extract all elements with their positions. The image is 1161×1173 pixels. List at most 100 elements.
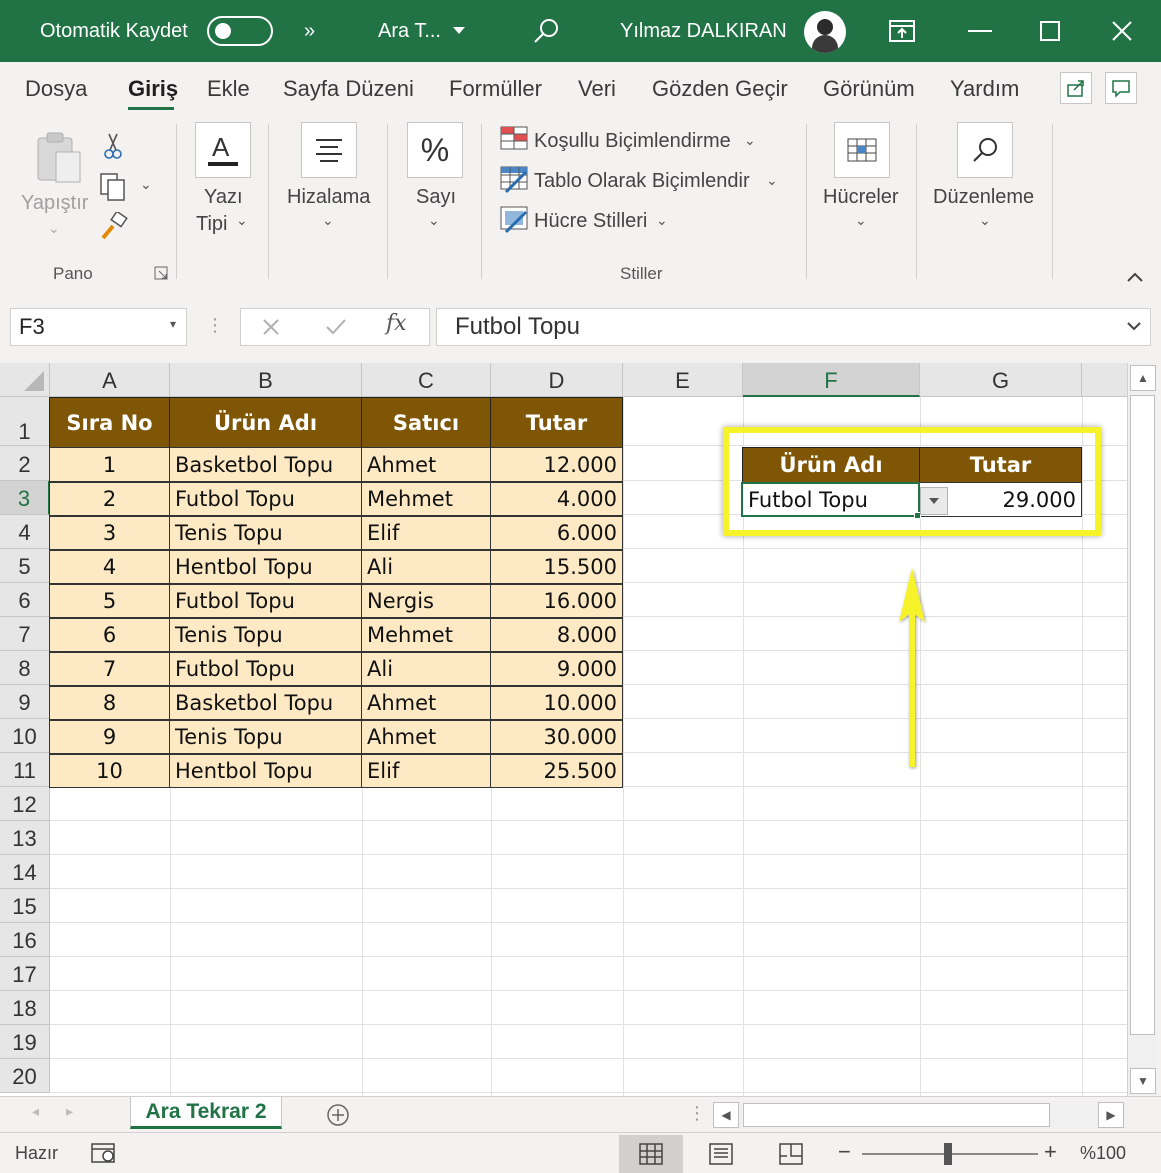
table-cell[interactable]: Tenis Topu xyxy=(169,618,362,652)
row-header[interactable]: 12 xyxy=(0,787,50,821)
table-header-cell[interactable]: Satıcı xyxy=(361,397,491,448)
column-header-h[interactable] xyxy=(1082,363,1127,397)
font-label-line1[interactable]: Yazı xyxy=(204,186,243,209)
row-header[interactable]: 17 xyxy=(0,957,50,991)
table-cell[interactable]: 8.000 xyxy=(490,618,623,652)
share-icon[interactable] xyxy=(1060,72,1092,104)
alignment-icon[interactable] xyxy=(301,122,357,178)
enter-icon[interactable] xyxy=(325,317,347,342)
format-painter-icon[interactable] xyxy=(99,210,129,247)
row-header[interactable]: 3 xyxy=(0,481,50,515)
table-cell[interactable]: 6 xyxy=(49,618,170,652)
table-cell[interactable]: Futbol Topu xyxy=(169,584,362,618)
format-as-table-button[interactable]: Tablo Olarak Biçimlendir xyxy=(534,170,750,193)
row-header[interactable]: 11 xyxy=(0,753,50,787)
table-cell[interactable]: 10.000 xyxy=(490,686,623,720)
cell-styles-icon[interactable] xyxy=(500,206,530,239)
cell-styles-button[interactable]: Hücre Stilleri xyxy=(534,210,647,233)
column-header-e[interactable]: E xyxy=(623,363,743,397)
row-header[interactable]: 19 xyxy=(0,1025,50,1059)
row-header[interactable]: 1 xyxy=(0,397,50,446)
row-header[interactable]: 20 xyxy=(0,1059,50,1093)
autosave-toggle[interactable] xyxy=(207,16,273,46)
document-title[interactable]: Ara T... xyxy=(378,0,441,62)
column-header-g[interactable]: G xyxy=(920,363,1082,397)
table-cell[interactable]: 25.500 xyxy=(490,754,623,788)
alignment-chevron-icon[interactable]: ⌄ xyxy=(322,212,334,229)
editing-chevron-icon[interactable]: ⌄ xyxy=(979,212,991,229)
next-sheet-icon[interactable]: ▸ xyxy=(66,1103,73,1120)
row-header[interactable]: 7 xyxy=(0,617,50,651)
copy-icon[interactable] xyxy=(99,172,129,207)
table-cell[interactable]: Tenis Topu xyxy=(169,516,362,550)
cells-icon[interactable] xyxy=(834,122,890,178)
conditional-formatting-button[interactable]: Koşullu Biçimlendirme xyxy=(534,130,731,153)
minimize-icon[interactable] xyxy=(968,0,992,62)
accessibility-icon[interactable] xyxy=(90,1141,118,1170)
table-cell[interactable]: 16.000 xyxy=(490,584,623,618)
table-cell[interactable]: Ahmet xyxy=(361,686,491,720)
table-header-cell[interactable]: Tutar xyxy=(490,397,623,448)
name-box[interactable]: F3 ▾ xyxy=(10,308,187,346)
prev-sheet-icon[interactable]: ◂ xyxy=(32,1103,39,1120)
row-header[interactable]: 5 xyxy=(0,549,50,583)
table-cell[interactable]: Elif xyxy=(361,516,491,550)
table-cell[interactable]: 12.000 xyxy=(490,447,623,482)
row-header[interactable]: 15 xyxy=(0,889,50,923)
table-cell[interactable]: 5 xyxy=(49,584,170,618)
page-break-view-icon[interactable] xyxy=(759,1135,823,1173)
zoom-slider-thumb[interactable] xyxy=(944,1143,952,1165)
format-as-table-icon[interactable] xyxy=(500,166,530,199)
row-header[interactable]: 9 xyxy=(0,685,50,719)
cancel-icon[interactable] xyxy=(261,317,281,342)
column-header-c[interactable]: C xyxy=(362,363,491,397)
column-header-d[interactable]: D xyxy=(491,363,623,397)
tab-yardim[interactable]: Yardım xyxy=(950,76,1019,102)
number-format-icon[interactable]: % xyxy=(407,122,463,178)
table-cell[interactable]: 10 xyxy=(49,754,170,788)
font-label-line2[interactable]: Tipi xyxy=(196,213,227,236)
tab-sayfa-duzeni[interactable]: Sayfa Düzeni xyxy=(283,76,414,102)
scroll-up-icon[interactable]: ▲ xyxy=(1130,365,1156,391)
table-cell[interactable]: Basketbol Topu xyxy=(169,447,362,482)
table-cell[interactable]: 15.500 xyxy=(490,550,623,584)
row-header[interactable]: 14 xyxy=(0,855,50,889)
table-cell[interactable]: Mehmet xyxy=(361,618,491,652)
table-cell[interactable]: 3 xyxy=(49,516,170,550)
table-cell[interactable]: Ali xyxy=(361,652,491,686)
editing-search-icon[interactable] xyxy=(957,122,1013,178)
table-cell[interactable]: Hentbol Topu xyxy=(169,754,362,788)
table-cell[interactable]: Futbol Topu xyxy=(169,652,362,686)
select-all-button[interactable] xyxy=(0,363,50,397)
sheet-tab-ara-tekrar-2[interactable]: Ara Tekrar 2 xyxy=(130,1097,282,1129)
page-layout-view-icon[interactable] xyxy=(689,1135,753,1173)
table-cell[interactable]: Nergis xyxy=(361,584,491,618)
horizontal-scrollbar[interactable]: ◀ ▶ xyxy=(713,1101,1126,1129)
vertical-scrollbar[interactable]: ▲ ▼ xyxy=(1127,363,1157,1096)
table-cell[interactable]: Ahmet xyxy=(361,720,491,754)
scroll-down-icon[interactable]: ▼ xyxy=(1130,1068,1156,1094)
table-cell[interactable]: 4 xyxy=(49,550,170,584)
add-sheet-icon[interactable] xyxy=(326,1103,350,1132)
column-header-a[interactable]: A xyxy=(50,363,170,397)
formula-input[interactable]: Futbol Topu xyxy=(436,308,1151,346)
formula-bar-grip-icon[interactable]: ⋮ xyxy=(206,315,224,336)
avatar[interactable] xyxy=(804,11,846,53)
row-header[interactable]: 18 xyxy=(0,991,50,1025)
scroll-left-icon[interactable]: ◀ xyxy=(713,1102,739,1128)
tab-gozden-gecir[interactable]: Gözden Geçir xyxy=(652,76,788,102)
cells-chevron-icon[interactable]: ⌄ xyxy=(855,212,867,229)
tab-ekle[interactable]: Ekle xyxy=(207,76,250,102)
cells-label[interactable]: Hücreler xyxy=(823,186,899,209)
normal-view-icon[interactable] xyxy=(619,1135,683,1173)
table-cell[interactable]: 4.000 xyxy=(490,482,623,516)
tab-splitter-icon[interactable]: ⋮ xyxy=(688,1103,706,1124)
column-header-b[interactable]: B xyxy=(170,363,362,397)
name-box-dropdown-icon[interactable]: ▾ xyxy=(170,317,176,331)
tab-dosya[interactable]: Dosya xyxy=(25,76,87,102)
row-header[interactable]: 6 xyxy=(0,583,50,617)
cell-styles-chevron-icon[interactable]: ⌄ xyxy=(656,212,668,229)
scroll-right-icon[interactable]: ▶ xyxy=(1098,1102,1124,1128)
paste-icon[interactable] xyxy=(34,130,84,189)
table-cell[interactable]: Hentbol Topu xyxy=(169,550,362,584)
